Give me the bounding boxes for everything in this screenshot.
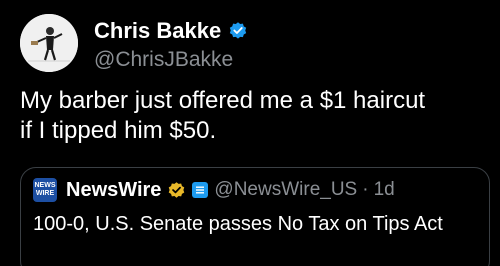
tweet-header: Chris Bakke @ChrisJBakke — [20, 14, 248, 73]
blue-verified-badge-icon[interactable] — [228, 21, 248, 41]
author-display-name[interactable]: Chris Bakke — [94, 18, 221, 44]
affiliate-badge-icon[interactable] — [192, 182, 209, 198]
author-names: Chris Bakke @ChrisJBakke — [94, 18, 248, 73]
quoted-timestamp[interactable]: 1d — [374, 179, 395, 201]
logo-text-line2: WIRE — [35, 190, 55, 197]
quoted-tweet[interactable]: NEWS WIRE NewsWire @NewsWire_US · 1d 100… — [20, 167, 490, 266]
name-row: Chris Bakke — [94, 18, 248, 44]
author-handle[interactable]: @ChrisJBakke — [94, 47, 248, 73]
cartoon-man-avatar-icon — [20, 14, 78, 72]
quoted-tweet-text: 100-0, U.S. Senate passes No Tax on Tips… — [33, 213, 443, 235]
tweet-text: My barber just offered me a $1 haircut i… — [20, 87, 426, 144]
affiliate-glyph-icon — [196, 186, 205, 194]
separator-dot: · — [362, 179, 369, 200]
quoted-handle[interactable]: @NewsWire_US — [214, 179, 357, 201]
tweet-card: Chris Bakke @ChrisJBakke My barber just … — [0, 0, 500, 266]
quoted-display-name[interactable]: NewsWire — [66, 179, 161, 202]
avatar[interactable] — [20, 14, 78, 72]
gold-verified-badge-icon[interactable] — [167, 181, 186, 200]
logo-text-line1: NEWS — [34, 182, 56, 189]
newswire-logo-icon[interactable]: NEWS WIRE — [33, 178, 57, 202]
quoted-tweet-header: NEWS WIRE NewsWire @NewsWire_US · 1d — [33, 178, 395, 202]
